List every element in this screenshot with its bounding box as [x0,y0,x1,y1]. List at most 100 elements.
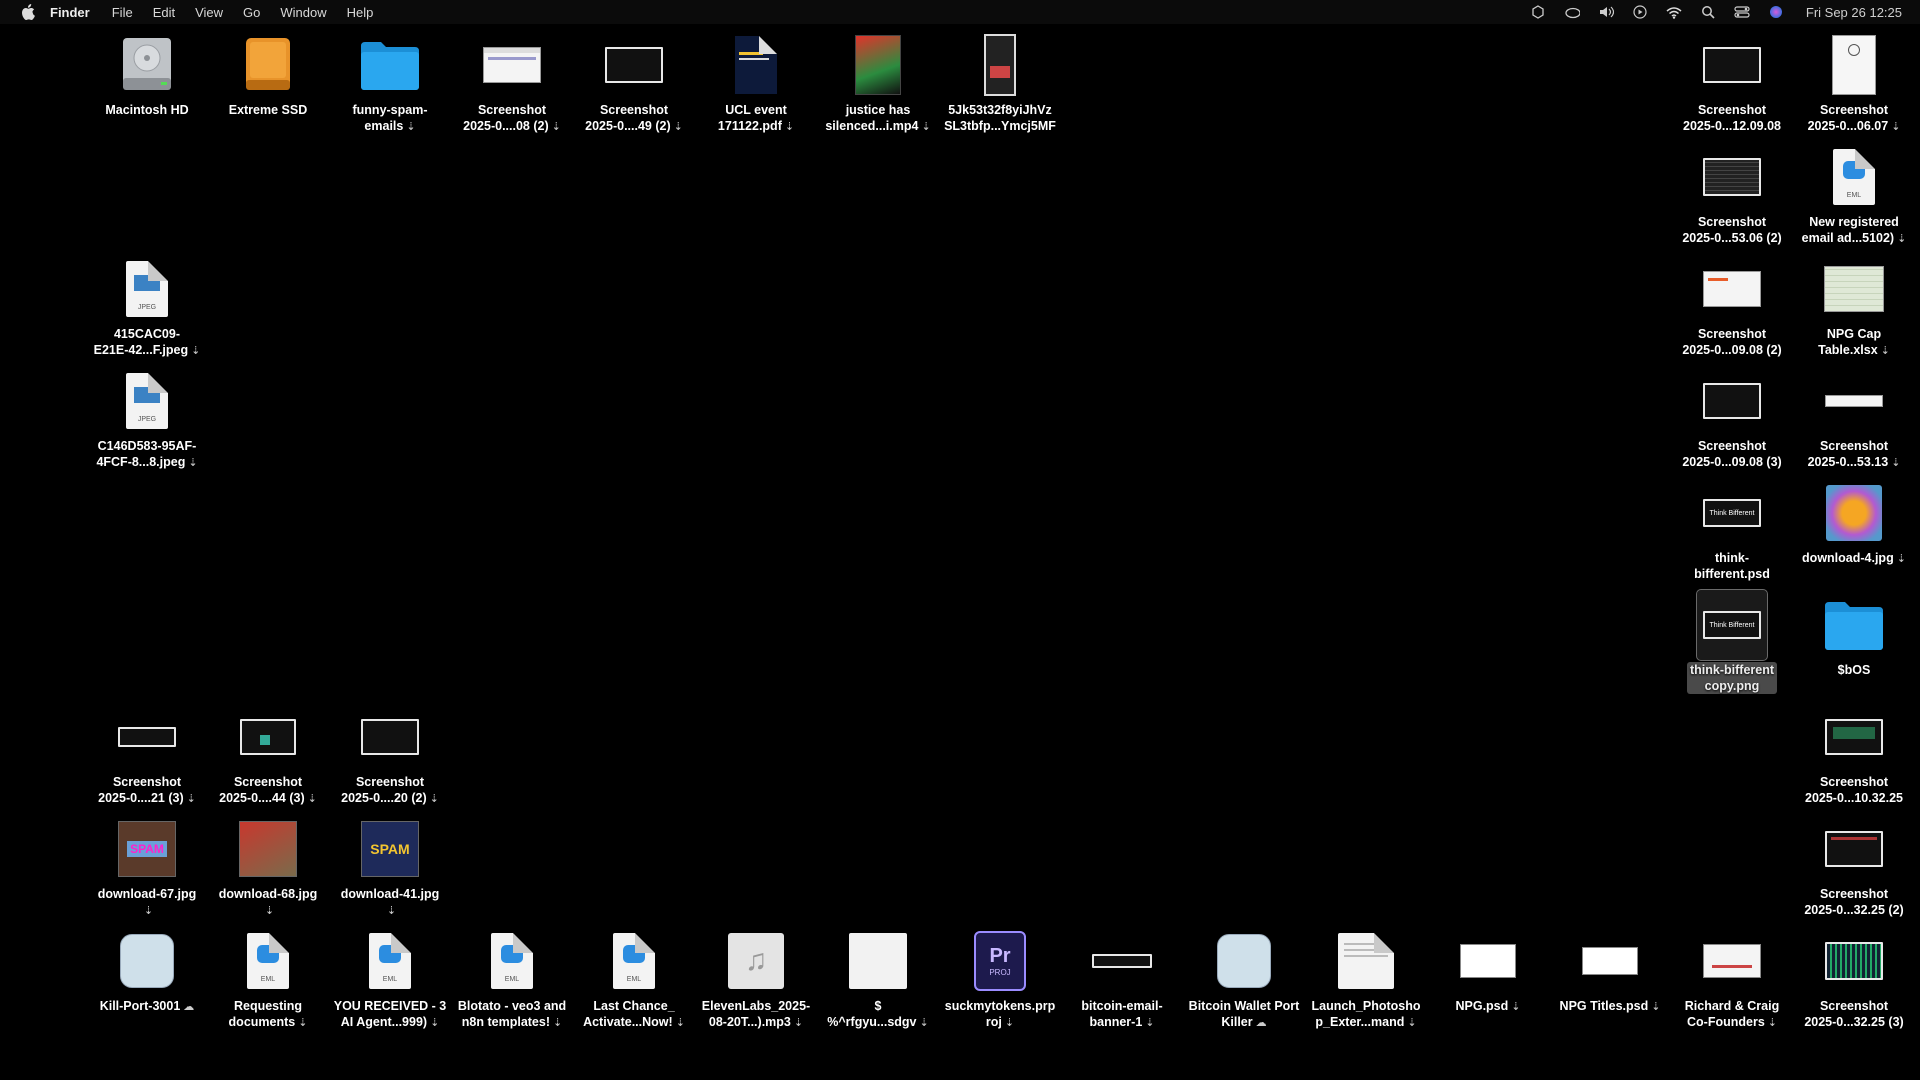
apple-menu-icon[interactable] [20,4,36,20]
desktop-item-think-bifferent-psd[interactable]: Think Bifferent think- bifferent.psd [1671,478,1793,582]
desktop-item-npg-psd[interactable]: NPG.psd ⇣ [1427,926,1549,1015]
desktop-item-blotato[interactable]: EML Blotato - veo3 and n8n templates! ⇣ [451,926,573,1031]
image-thumbnail: SPAM [86,814,208,884]
desktop-item-screenshot[interactable]: Screenshot 2025-0...32.25 (3) [1793,926,1915,1030]
play-icon[interactable] [1632,4,1648,20]
menu-file[interactable]: File [112,5,133,20]
item-label: Launch_Photosho p_Exter...mand [1311,999,1421,1029]
icloud-download-icon: ⇣ [1891,457,1901,469]
item-label: Screenshot 2025-0...10.32.25 [1805,775,1903,805]
menu-go[interactable]: Go [243,5,260,20]
spotlight-search-icon[interactable] [1700,4,1716,20]
desktop-item-5jk53[interactable]: 5Jk53t32f8yiJhVz SL3tbfp...Ymcj5MF [939,30,1061,134]
hard-drive-icon [86,30,208,100]
desktop-item-screenshot[interactable]: Screenshot 2025-0...06.07 ⇣ [1793,30,1915,135]
desktop-item-jpeg-c146d583[interactable]: JPEG C146D583-95AF- 4FCF-8...8.jpeg ⇣ [86,366,208,471]
item-label: New registered email ad...5102) [1801,215,1899,245]
menu-finder[interactable]: Finder [50,5,90,20]
wifi-icon[interactable] [1666,4,1682,20]
app-icon [1183,926,1305,996]
icloud-download-icon: ⇣ [1880,345,1890,357]
desktop-item-screenshot[interactable]: Screenshot 2025-0....20 (2) ⇣ [329,702,451,807]
desktop-item-jpeg-415cac09[interactable]: JPEG 415CAC09- E21E-42...F.jpeg ⇣ [86,254,208,359]
desktop-item-you-received[interactable]: EML YOU RECEIVED - 3 AI Agent...999) ⇣ [329,926,451,1031]
desktop-item-launch-photoshop[interactable]: Launch_Photosho p_Exter...mand ⇣ [1305,926,1427,1031]
menu-bar: Finder File Edit View Go Window Help Fri… [0,0,1920,24]
item-label: 5Jk53t32f8yiJhVz SL3tbfp...Ymcj5MF [944,103,1056,133]
menu-help[interactable]: Help [347,5,374,20]
item-label: download-67.jpg [97,887,197,901]
spreadsheet-thumbnail [1793,254,1915,324]
icloud-download-icon: ⇣ [675,1017,685,1029]
menu-view[interactable]: View [195,5,223,20]
icloud-icon: ☁ [183,1001,195,1013]
desktop-item-download-67[interactable]: SPAM download-67.jpg ⇣ [86,814,208,919]
desktop-item-bitcoin-banner[interactable]: bitcoin-email- banner-1 ⇣ [1061,926,1183,1031]
icloud-download-icon: ⇣ [1651,1001,1661,1013]
folder-icon [1793,590,1915,660]
siri-icon[interactable] [1768,4,1784,20]
desktop-item-npg-titles[interactable]: NPG Titles.psd ⇣ [1549,926,1671,1015]
desktop-item-screenshot[interactable]: Screenshot 2025-0...10.32.25 [1793,702,1915,806]
desktop-item-screenshot[interactable]: Screenshot 2025-0...32.25 (2) [1793,814,1915,918]
desktop-item-npg-cap-table[interactable]: NPG Cap Table.xlsx ⇣ [1793,254,1915,359]
desktop-item-download-4[interactable]: download-4.jpg ⇣ [1793,478,1915,567]
desktop-item-screenshot[interactable]: Screenshot 2025-0...12.09.08 [1671,30,1793,134]
desktop-item-elevenlabs[interactable]: ♫ ElevenLabs_2025- 08-20T...).mp3 ⇣ [695,926,817,1031]
desktop-item-screenshot[interactable]: Screenshot 2025-0...09.08 (2) [1671,254,1793,358]
icloud-download-icon: ⇣ [921,121,931,133]
eml-file-icon: EML [573,926,695,996]
icloud-download-icon: ⇣ [406,121,416,133]
eml-file-icon: EML [329,926,451,996]
desktop-item-screenshot[interactable]: Screenshot 2025-0....08 (2) ⇣ [451,30,573,135]
desktop-item-screenshot[interactable]: Screenshot 2025-0...09.08 (3) [1671,366,1793,470]
desktop-item-screenshot[interactable]: Screenshot 2025-0....21 (3) ⇣ [86,702,208,807]
desktop-item-macintosh-hd[interactable]: Macintosh HD [86,30,208,118]
premiere-project-icon: Pr PROJ [939,926,1061,996]
icloud-download-icon: ⇣ [1145,1017,1155,1029]
desktop-item-suckmytokens[interactable]: Pr PROJ suckmytokens.prp roj ⇣ [939,926,1061,1031]
desktop-item-screenshot[interactable]: Screenshot 2025-0....49 (2) ⇣ [573,30,695,135]
desktop-item-screenshot[interactable]: Screenshot 2025-0...53.06 (2) [1671,142,1793,246]
desktop-item-screenshot[interactable]: Screenshot 2025-0...53.13 ⇣ [1793,366,1915,471]
desktop-item-justice-video[interactable]: justice has silenced...i.mp4 ⇣ [817,30,939,135]
desktop-item-download-41[interactable]: SPAM download-41.jpg ⇣ [329,814,451,919]
image-thumbnail [1671,926,1793,996]
icloud-download-icon: ⇣ [1896,553,1906,565]
item-label: Bitcoin Wallet Port Killer [1188,999,1300,1029]
volume-icon[interactable] [1598,4,1614,20]
control-center-icon[interactable] [1734,4,1750,20]
item-label: download-4.jpg [1802,551,1894,565]
item-label: $bOS [1837,663,1871,677]
desktop-item-richard-craig[interactable]: Richard & Craig Co-Founders ⇣ [1671,926,1793,1031]
menu-clock[interactable]: Fri Sep 26 12:25 [1806,5,1902,20]
icloud-download-icon: ⇣ [551,121,561,133]
screenshot-thumbnail [1671,366,1793,436]
item-label: Screenshot 2025-0...09.08 (3) [1682,439,1782,469]
image-thumbnail [939,30,1061,100]
item-label: Screenshot 2025-0....08 (2) [463,103,549,133]
item-label: download-41.jpg [340,887,440,901]
desktop-item-dollar-sdgv[interactable]: $ %^rfgyu...sdgv ⇣ [817,926,939,1031]
desktop-item-new-registered-email[interactable]: EML New registered email ad...5102) ⇣ [1793,142,1915,247]
desktop-item-ucl-event[interactable]: UCL event 171122.pdf ⇣ [695,30,817,135]
screenshot-thumbnail [1671,30,1793,100]
desktop-item-screenshot[interactable]: Screenshot 2025-0....44 (3) ⇣ [207,702,329,807]
item-label: $ %^rfgyu...sdgv [827,999,917,1029]
desktop-item-extreme-ssd[interactable]: Extreme SSD [207,30,329,118]
image-thumbnail [1061,926,1183,996]
menu-edit[interactable]: Edit [153,5,175,20]
desktop-item-kill-port[interactable]: Kill-Port-3001 ☁ [86,926,208,1015]
cube-icon[interactable] [1530,4,1546,20]
desktop-item-requesting-documents[interactable]: EML Requesting documents ⇣ [207,926,329,1031]
item-label: Screenshot 2025-0....20 (2) [341,775,427,805]
item-label: NPG Titles.psd [1559,999,1649,1013]
desktop-item-download-68[interactable]: download-68.jpg ⇣ [207,814,329,919]
desktop-item-last-chance[interactable]: EML Last Chance_ Activate...Now! ⇣ [573,926,695,1031]
menu-window[interactable]: Window [280,5,326,20]
desktop-item-funny-spam-emails[interactable]: funny-spam- emails ⇣ [329,30,451,135]
creative-cloud-icon[interactable] [1564,4,1580,20]
desktop-item-think-bifferent-copy[interactable]: Think Bifferent think-bifferent copy.png [1671,589,1793,694]
desktop-item-bitcoin-wallet[interactable]: Bitcoin Wallet Port Killer ☁ [1183,926,1305,1031]
desktop-item-bos-folder[interactable]: $bOS [1793,590,1915,678]
